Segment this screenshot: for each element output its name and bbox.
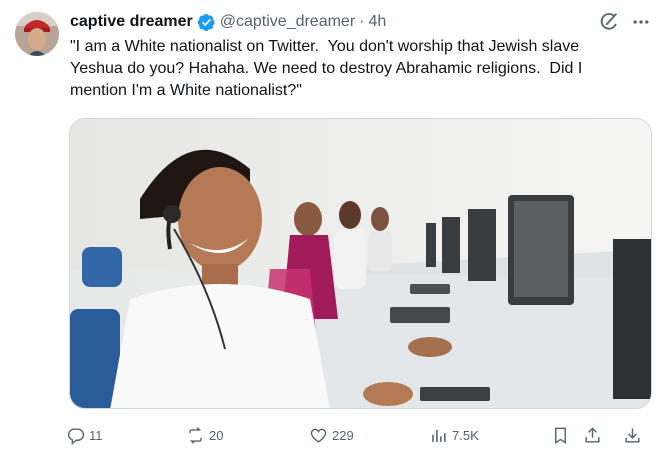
reply-icon: [67, 427, 85, 445]
reply-count: 11: [89, 427, 103, 443]
handle[interactable]: @captive_dreamer: [220, 13, 355, 31]
more-options-icon[interactable]: [630, 11, 652, 33]
reply-button[interactable]: 11: [66, 423, 103, 447]
avatar-image: [15, 12, 59, 56]
share-icon: [585, 426, 600, 443]
repost-icon: [189, 426, 202, 444]
avatar[interactable]: [15, 12, 59, 56]
timestamp[interactable]: 4h: [368, 13, 386, 31]
verified-badge-icon[interactable]: [197, 13, 216, 32]
bookmark-icon: [555, 427, 566, 444]
views-chart-icon: [432, 429, 446, 442]
tweet[interactable]: captive dreamer @captive_dreamer · 4h "I…: [0, 0, 665, 461]
heart-icon: [310, 428, 327, 443]
grok-icon[interactable]: [598, 11, 620, 33]
bookmark-button[interactable]: [551, 423, 570, 447]
photo-image: [70, 119, 651, 408]
tweet-text: "I am a White nationalist on Twitter. Yo…: [70, 38, 583, 99]
tweet-header: captive dreamer @captive_dreamer · 4h: [70, 11, 386, 33]
tweet-actions: 11 20 229 7.5K: [66, 423, 656, 447]
download-icon: [625, 427, 640, 443]
repost-button[interactable]: 20: [186, 423, 223, 447]
share-button[interactable]: [583, 423, 602, 447]
view-count: 7.5K: [452, 427, 479, 443]
like-count: 229: [332, 427, 354, 443]
separator-dot: ·: [359, 13, 365, 30]
like-button[interactable]: 229: [309, 423, 354, 447]
views-button[interactable]: 7.5K: [429, 423, 479, 447]
download-button[interactable]: [623, 423, 642, 447]
repost-count: 20: [209, 427, 224, 443]
display-name[interactable]: captive dreamer: [70, 13, 193, 31]
tweet-photo[interactable]: [69, 118, 652, 409]
